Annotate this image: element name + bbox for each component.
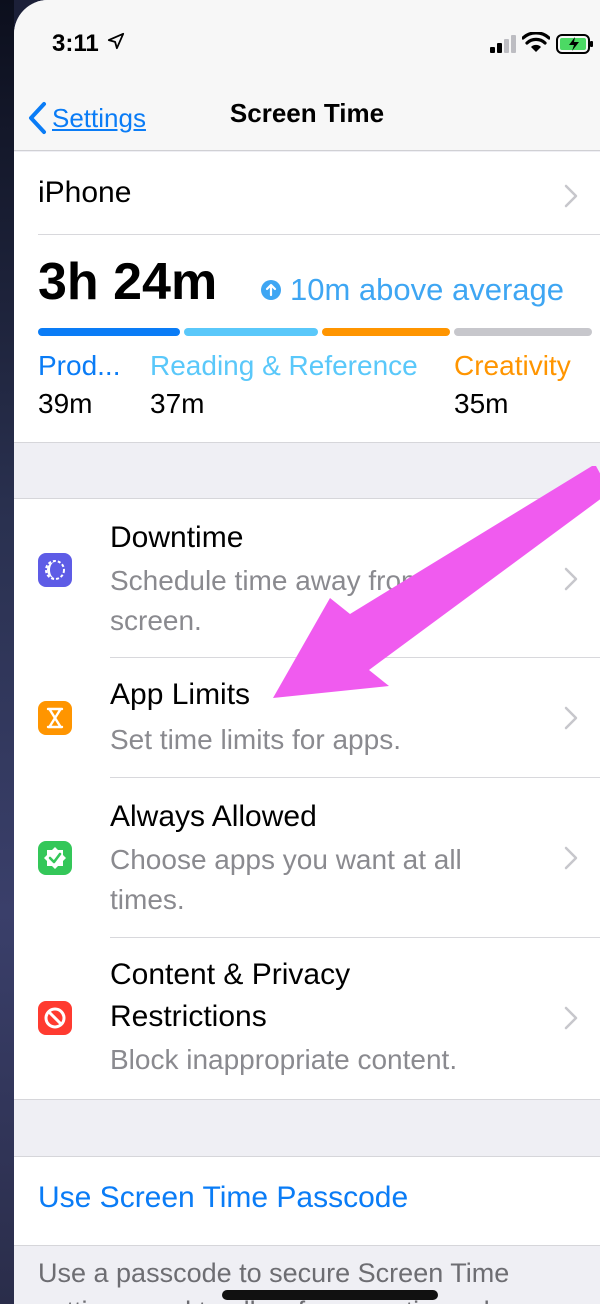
item-title: App Limits — [110, 678, 251, 711]
chevron-right-icon — [564, 184, 578, 208]
device-row-label[interactable]: iPhone — [38, 176, 131, 210]
status-time: 3:11 — [52, 30, 99, 57]
screen-time-settings-list: Downtime Schedule time away from the scr… — [14, 498, 600, 1100]
cellular-signal-icon — [490, 35, 516, 53]
item-subtitle: Schedule time away from the screen. — [110, 565, 472, 636]
list-item-content-privacy[interactable]: Content & Privacy Restrictions Block ina… — [14, 938, 600, 1098]
trend-indicator: 10m above average — [260, 272, 564, 308]
passcode-card: Use Screen Time Passcode — [14, 1156, 600, 1246]
item-subtitle: Set time limits for apps. — [110, 724, 401, 755]
background-edge — [0, 0, 14, 1304]
arrow-up-circle-icon — [261, 280, 281, 300]
item-subtitle: Choose apps you want at all times. — [110, 844, 462, 915]
list-item-downtime[interactable]: Downtime Schedule time away from the scr… — [14, 499, 600, 658]
list-item-app-limits[interactable]: App Limits Set time limits for apps. — [14, 658, 600, 778]
use-passcode-button[interactable]: Use Screen Time Passcode — [38, 1181, 408, 1215]
chevron-right-icon — [564, 1006, 578, 1030]
category-time-creativity: 35m — [454, 388, 509, 419]
usage-bar-reading — [184, 328, 318, 336]
chevron-right-icon — [564, 706, 578, 730]
item-title: Content & Privacy Restrictions — [110, 958, 351, 1033]
usage-bar-creativity — [322, 328, 450, 336]
phone-screen: 3:11 Settings Screen Time iPhone 3h 24m … — [14, 0, 600, 1304]
chevron-right-icon — [564, 846, 578, 870]
home-indicator[interactable] — [222, 1290, 438, 1300]
chevron-right-icon — [564, 567, 578, 591]
item-subtitle: Block inappropriate content. — [110, 1044, 458, 1075]
category-label-creativity: Creativity — [454, 350, 571, 381]
total-screen-time: 3h 24m — [38, 253, 218, 311]
battery-charging-icon — [556, 34, 593, 54]
item-title: Downtime — [110, 521, 244, 554]
checkmark-seal-icon — [38, 841, 72, 875]
downtime-icon — [38, 553, 72, 587]
list-item-always-allowed[interactable]: Always Allowed Choose apps you want at a… — [14, 778, 600, 938]
page-title: Screen Time — [229, 98, 385, 128]
usage-summary-card: iPhone 3h 24m 10m above average Prod... … — [14, 152, 600, 443]
restrictions-icon — [38, 1001, 72, 1035]
divider — [38, 234, 600, 235]
hourglass-icon — [38, 701, 72, 735]
category-label-productivity: Prod... — [38, 350, 121, 381]
wifi-icon — [522, 32, 550, 52]
category-time-reading: 37m — [150, 388, 205, 419]
location-icon — [107, 32, 125, 50]
usage-bar-productivity — [38, 328, 180, 336]
item-title: Always Allowed — [110, 800, 317, 833]
navigation-bar: Settings Screen Time — [14, 90, 600, 151]
trend-text: 10m above average — [290, 272, 565, 307]
status-bar: 3:11 — [14, 0, 600, 90]
category-time-productivity: 39m — [38, 388, 93, 419]
usage-bar-other — [454, 328, 592, 336]
category-label-reading: Reading & Reference — [150, 350, 418, 381]
